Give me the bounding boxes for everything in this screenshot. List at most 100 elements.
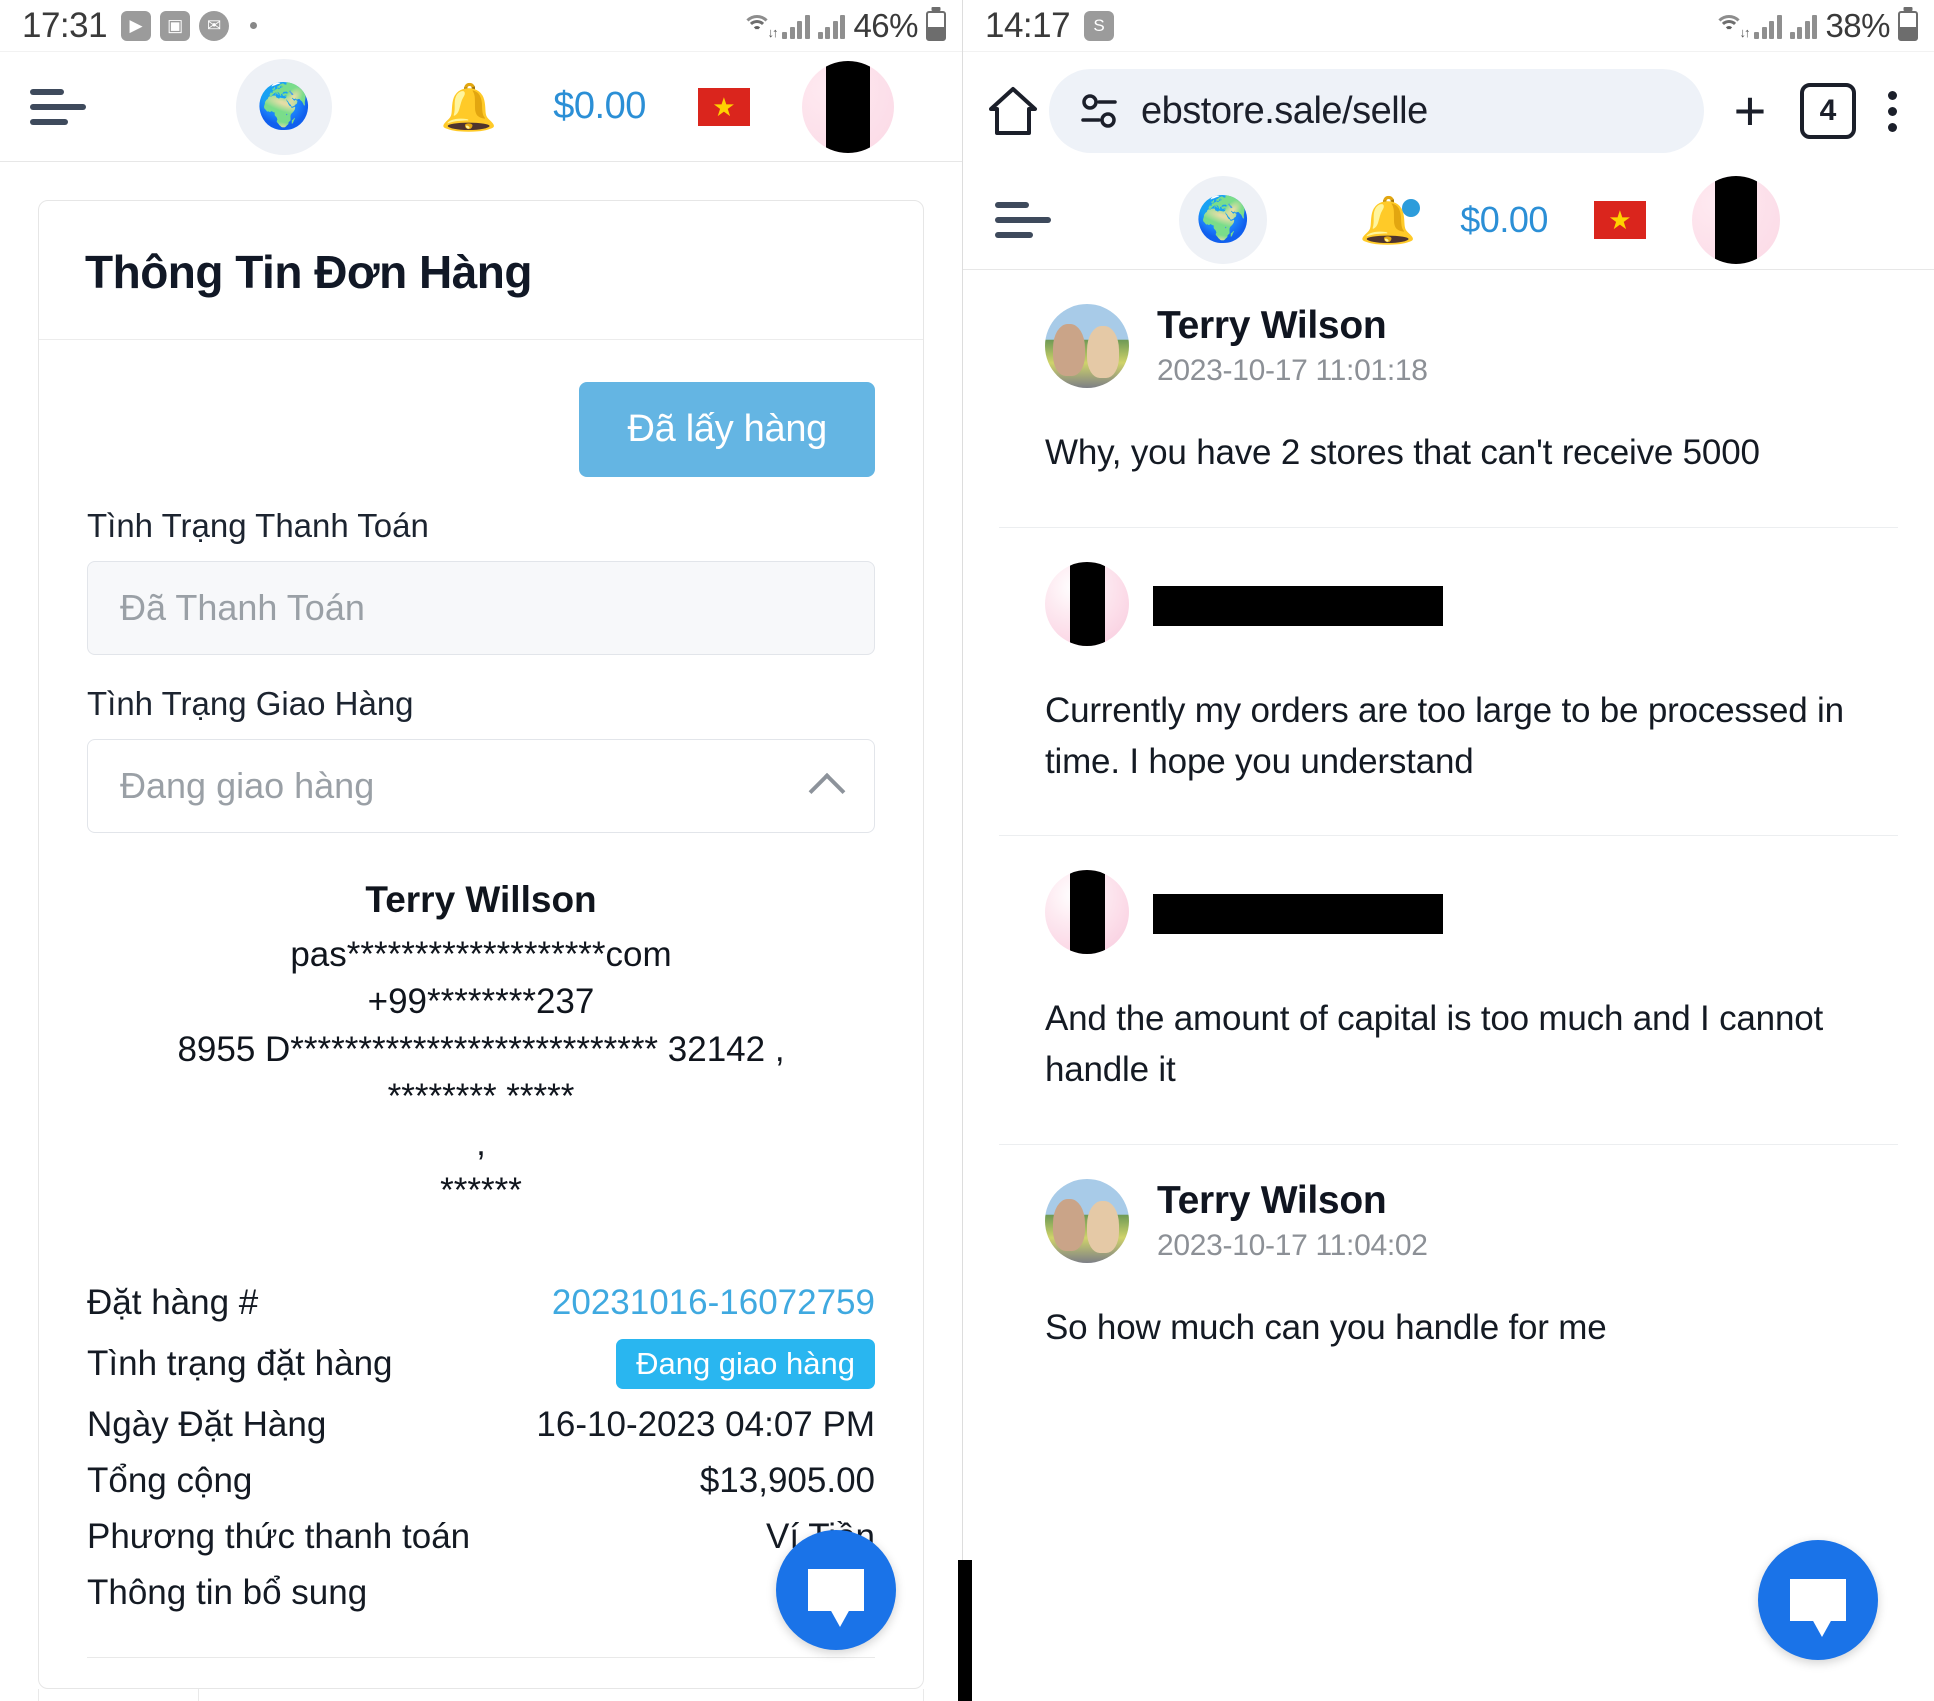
avatar[interactable] (801, 60, 894, 153)
table-row: Tổng cộng $13,905.00 (87, 1453, 875, 1509)
chevron-up-icon[interactable] (808, 772, 846, 810)
customer-address-line-1: 8955 D*************************** 32142 … (177, 1029, 785, 1069)
kebab-menu-icon[interactable] (1870, 90, 1914, 132)
message-meta: Terry Wilson 2023-10-17 11:04:02 (1157, 1179, 1428, 1263)
address-bar[interactable]: ebstore.sale/selle (1049, 69, 1704, 153)
right-site-header: 🌍 🔔 $0.00 ★ (963, 170, 1934, 270)
list-item: 2023-10-17 11:03:48 And the amount of ca… (999, 835, 1898, 1144)
divider (87, 1656, 875, 1658)
avatar (1045, 304, 1129, 388)
message-author: Terry Wilson (1157, 1178, 1387, 1222)
permission-icon[interactable] (1079, 91, 1119, 131)
right-status-bar: 14:17 S ↓↑ 38% (963, 0, 1934, 52)
language-globe-button[interactable]: 🌍 (1179, 175, 1267, 264)
chat-bubble-fab-right[interactable] (1758, 1540, 1878, 1660)
items-table-cell (199, 1689, 923, 1701)
avatar (1045, 561, 1129, 646)
message-header: Terry Wilson 2023-10-17 11:04:02 (1045, 1178, 1852, 1263)
message-text: Why, you have 2 stores that can't receiv… (1045, 433, 1760, 472)
battery-percent: 38% (1825, 6, 1890, 44)
status-right-group: ↓↑ 38% (1712, 7, 1918, 45)
payment-status-value: Đã Thanh Toán (120, 587, 365, 628)
signal-bars-icon-2 (817, 13, 846, 39)
chat-list: Terry Wilson 2023-10-17 11:01:18 Why, yo… (963, 270, 1934, 1402)
delivery-status-label: Tình Trạng Giao Hàng (87, 685, 414, 722)
payment-status-select[interactable]: Đã Thanh Toán (87, 561, 875, 655)
message-timestamp: 2023-10-17 11:04:02 (1157, 1228, 1428, 1262)
order-number-link[interactable]: 20231016-16072759 (552, 1283, 875, 1323)
customer-address-line-3: ****** (440, 1171, 522, 1211)
chat-bubble-fab-left[interactable] (776, 1530, 896, 1650)
wallet-balance[interactable]: $0.00 (1460, 199, 1548, 241)
chat-thread: Terry Wilson 2023-10-17 11:01:18 Why, yo… (963, 270, 1934, 1402)
detail-label: Phương thức thanh toán (87, 1516, 471, 1556)
status-notification-icons: S (1084, 10, 1115, 41)
notification-badge (1402, 198, 1421, 217)
status-notification-icons: ▶ ▣ ✉ (121, 10, 258, 41)
signal-bars-icon-1 (1754, 13, 1782, 39)
notifications-button[interactable]: 🔔 (1359, 197, 1421, 243)
message-timestamp: 2023-10-17 11:01:18 (1157, 354, 1428, 387)
hamburger-icon[interactable] (30, 88, 86, 125)
redaction-strip (958, 1560, 972, 1701)
status-right-group: ↓↑ 46% (740, 7, 946, 45)
message-author: Terry Wilson (1157, 304, 1387, 347)
table-row: Phương thức thanh toán Ví Tiền (87, 1509, 875, 1565)
payment-status-label: Tình Trạng Thanh Toán (87, 507, 429, 544)
status-time: 17:31 (22, 5, 108, 45)
order-card-body: Đã lấy hàng Tình Trạng Thanh Toán Đã Tha… (39, 340, 923, 1688)
status-badge-wrap: Đang giao hàng (616, 1338, 875, 1389)
signal-bars-icon-2 (1789, 13, 1818, 39)
battery-icon (926, 10, 946, 41)
table-row: Thông tin bổ sung (87, 1565, 875, 1621)
browser-toolbar: ebstore.sale/selle + 4 (963, 52, 1934, 170)
table-row: Đặt hàng # 20231016-16072759 (87, 1275, 875, 1331)
detail-label: Thông tin bổ sung (87, 1572, 368, 1612)
message-header: 2023-10-17 11:03:48 (1045, 870, 1852, 955)
language-globe-button[interactable]: 🌍 (236, 58, 332, 155)
list-item: Terry Wilson 2023-10-17 11:04:02 So how … (999, 1143, 1898, 1402)
signal-bars-icon-1 (782, 13, 810, 39)
message-text: So how much can you handle for me (1045, 1307, 1607, 1347)
items-table-stub (38, 1688, 924, 1701)
customer-email: pas*******************com (290, 935, 672, 974)
picked-up-button[interactable]: Đã lấy hàng (579, 382, 875, 477)
new-tab-button[interactable]: + (1714, 83, 1786, 139)
vietnam-flag-icon[interactable]: ★ (697, 87, 750, 126)
message-text: Currently my orders are too large to be … (1045, 690, 1844, 781)
messenger-icon: ✉ (199, 10, 230, 41)
customer-block: Terry Willson pas*******************com … (87, 879, 875, 1215)
gallery-icon: ▣ (160, 10, 191, 41)
delivery-status-value: Đang giao hàng (120, 765, 375, 806)
home-icon[interactable] (985, 83, 1041, 139)
notifications-button[interactable]: 🔔 (440, 84, 497, 130)
vietnam-flag-icon[interactable]: ★ (1593, 200, 1646, 239)
shopping-bag-icon: S (1084, 10, 1115, 41)
bell-icon: 🔔 (440, 80, 498, 133)
tab-counter-button[interactable]: 4 (1800, 83, 1856, 139)
dot-icon (250, 22, 258, 29)
delivery-status-select[interactable]: Đang giao hàng (87, 739, 875, 833)
dual-phone-screenshot: 17:31 ▶ ▣ ✉ ↓↑ 46% 🌍 🔔 $0.00 ★ Thông Tin… (0, 0, 1934, 1701)
status-time: 14:17 (985, 5, 1071, 45)
message-header: Terry Wilson 2023-10-17 11:01:18 (1045, 304, 1852, 388)
customer-address-comma: , (476, 1124, 486, 1163)
message-meta: 2023-10-17 11:03:48 (1153, 892, 1443, 935)
order-info-card: Thông Tin Đơn Hàng Đã lấy hàng Tình Trạn… (38, 200, 924, 1689)
wifi-icon: ↓↑ (1712, 13, 1750, 40)
page-title: Thông Tin Đơn Hàng (85, 246, 533, 298)
youtube-icon: ▶ (121, 10, 152, 41)
wifi-icon: ↓↑ (740, 13, 778, 40)
battery-charging-icon (1898, 10, 1918, 41)
list-item: Terry Wilson 2023-10-17 11:01:18 Why, yo… (999, 270, 1898, 527)
avatar[interactable] (1691, 175, 1780, 264)
hamburger-icon[interactable] (995, 201, 1051, 238)
detail-value: 16-10-2023 04:07 PM (536, 1404, 875, 1444)
customer-address-line-2: ******** ***** (387, 1076, 575, 1116)
wallet-balance[interactable]: $0.00 (553, 85, 646, 128)
chat-bubble-icon (1790, 1579, 1846, 1637)
globe-icon: 🌍 (256, 81, 312, 131)
detail-label: Đặt hàng # (87, 1282, 259, 1322)
table-row: Ngày Đặt Hàng 16-10-2023 04:07 PM (87, 1397, 875, 1453)
battery-percent: 46% (853, 6, 918, 44)
